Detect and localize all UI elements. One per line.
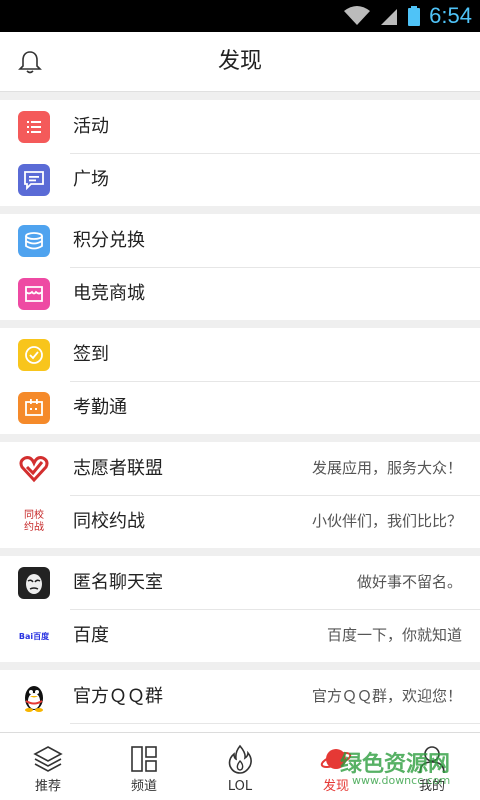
list-item-label: 志愿者联盟: [73, 458, 163, 479]
list-item-checkin[interactable]: 签到: [0, 328, 480, 381]
baidu-logo: Bai百度: [18, 620, 50, 652]
list-item-desc: 做好事不留名。: [356, 573, 462, 591]
status-time: 6:54: [429, 3, 472, 28]
list-item-label: 积分兑换: [73, 230, 145, 251]
activity-icon: [18, 111, 50, 143]
list-group: 积分兑换 电竞商城: [0, 214, 480, 320]
list-item-label: 活动: [73, 116, 109, 137]
school-battle-logo: 同校 约战: [18, 506, 50, 538]
tab-label: LOL: [227, 779, 253, 794]
list-item-label: 广场: [73, 169, 109, 190]
list-group: 签到 考勤通: [0, 328, 480, 434]
battery-icon: [408, 6, 421, 26]
tab-label: 推荐: [34, 779, 61, 794]
grid-icon: [131, 746, 157, 772]
app-header: 发现: [0, 32, 480, 92]
flame-icon: [228, 744, 252, 774]
list-item-school-battle[interactable]: 同校 约战 同校约战 小伙伴们，我们比比？: [0, 495, 480, 548]
list-item-label: 百度: [73, 625, 109, 646]
list-item-qq-group[interactable]: 官方ＱＱ群 官方ＱＱ群，欢迎您！: [0, 670, 480, 723]
tab-lol[interactable]: LOL: [192, 733, 288, 800]
list-item-label: 电竞商城: [73, 283, 145, 304]
list-item-more[interactable]: [0, 723, 480, 732]
status-bar: 6:54: [0, 0, 480, 32]
list-item-label: 同校约战: [73, 511, 145, 532]
checkin-icon: [18, 339, 50, 371]
list-item-desc: 发展应用，服务大众！: [311, 459, 462, 477]
list-item-label: 签到: [73, 344, 109, 365]
heart-icon: [18, 453, 50, 485]
list-item-desc: 官方ＱＱ群，欢迎您！: [311, 687, 462, 705]
list-item-desc: 小伙伴们，我们比比？: [311, 512, 462, 530]
list-item-label: 官方ＱＱ群: [73, 686, 163, 707]
list-group: 官方ＱＱ群 官方ＱＱ群，欢迎您！: [0, 670, 480, 732]
list-item-points-exchange[interactable]: 积分兑换: [0, 214, 480, 267]
watermark: 绿色资源网 www.downcc.com: [318, 744, 468, 794]
tab-channel[interactable]: 频道: [96, 733, 192, 800]
discover-list[interactable]: 活动 广场 积分兑换 电竞商城 签到 考勤通 志愿者联盟 发展应用，服务大众！ …: [0, 92, 480, 732]
shop-icon: [18, 278, 50, 310]
coins-icon: [18, 225, 50, 257]
list-item-anonymous-chat[interactable]: 匿名聊天室 做好事不留名。: [0, 556, 480, 609]
chat-board-icon: [18, 164, 50, 196]
tab-recommend[interactable]: 推荐: [0, 733, 96, 800]
layers-icon: [33, 746, 63, 772]
list-item-baidu[interactable]: Bai百度 百度 百度一下，你就知道: [0, 609, 480, 662]
list-item-volunteer-league[interactable]: 志愿者联盟 发展应用，服务大众！: [0, 442, 480, 495]
list-item-esports-mall[interactable]: 电竞商城: [0, 267, 480, 320]
list-item-square[interactable]: 广场: [0, 153, 480, 206]
list-group: 匿名聊天室 做好事不留名。 Bai百度 百度 百度一下，你就知道: [0, 556, 480, 662]
list-item-label: 考勤通: [73, 397, 127, 418]
watermark-url: www.downcc.com: [352, 774, 451, 787]
mask-icon: [18, 567, 50, 599]
list-item-label: 匿名聊天室: [73, 572, 163, 593]
calendar-icon: [18, 392, 50, 424]
list-group: 活动 广场: [0, 100, 480, 206]
wifi-icon: [344, 6, 371, 25]
page-title: 发现: [217, 49, 262, 74]
list-group: 志愿者联盟 发展应用，服务大众！ 同校 约战 同校约战 小伙伴们，我们比比？: [0, 442, 480, 548]
signal-icon: [381, 9, 398, 25]
tab-label: 频道: [130, 779, 157, 794]
list-item-attendance[interactable]: 考勤通: [0, 381, 480, 434]
list-item-activity[interactable]: 活动: [0, 100, 480, 153]
qq-penguin-icon: [18, 681, 50, 713]
list-item-desc: 百度一下，你就知道: [326, 626, 462, 644]
